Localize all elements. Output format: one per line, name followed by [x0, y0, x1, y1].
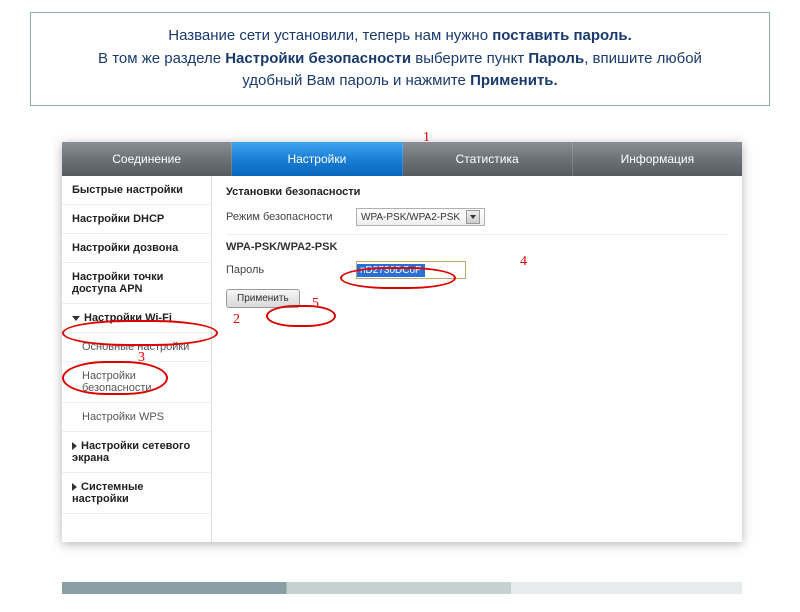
sidebar-label: Настройки Wi-Fi: [84, 312, 172, 324]
sidebar-label: Настройки DHCP: [72, 213, 164, 225]
instruction-box: Название сети установили, теперь нам нуж…: [30, 12, 770, 106]
instr-bold: Применить.: [470, 72, 558, 89]
select-value: WPA-PSK/WPA2-PSK: [361, 212, 466, 223]
content-panel: Установки безопасности Режим безопасност…: [212, 176, 742, 542]
apply-button[interactable]: Применить: [226, 289, 300, 308]
sidebar-item-wifi[interactable]: Настройки Wi-Fi: [62, 304, 211, 333]
sidebar-item-apn[interactable]: Настройки точки доступа APN: [62, 263, 211, 304]
tab-label: Информация: [621, 152, 694, 166]
chevron-right-icon: [72, 442, 77, 450]
instr-bold: поставить пароль.: [492, 27, 632, 44]
sidebar-label: Системные настройки: [72, 481, 143, 505]
sidebar-item-firewall[interactable]: Настройки сетевого экрана: [62, 432, 211, 473]
instr-text: В том же разделе: [98, 50, 225, 67]
sidebar-item-system[interactable]: Системные настройки: [62, 473, 211, 514]
tab-information[interactable]: Информация: [573, 142, 742, 176]
tab-statistics[interactable]: Статистика: [403, 142, 573, 176]
row-password: Пароль nD2730DCoP: [226, 261, 728, 279]
chevron-down-icon: [72, 316, 80, 321]
body-area: Быстрые настройки Настройки DHCP Настрой…: [62, 176, 742, 542]
sidebar-label: Настройки дозвона: [72, 242, 178, 254]
sidebar-label: Основные настройки: [82, 341, 189, 353]
panel-heading: Установки безопасности: [226, 186, 728, 198]
button-label: Применить: [237, 293, 289, 304]
sub-heading: WPA-PSK/WPA2-PSK: [226, 234, 728, 253]
sidebar-label: Настройки безопасности: [82, 370, 152, 394]
footer-decoration: [62, 582, 742, 594]
sidebar-item-wifi-wps[interactable]: Настройки WPS: [62, 403, 211, 432]
password-label: Пароль: [226, 264, 356, 276]
tab-label: Настройки: [287, 152, 346, 166]
instr-text: Название сети установили, теперь нам нуж…: [168, 27, 492, 44]
mode-label: Режим безопасности: [226, 211, 356, 223]
sidebar: Быстрые настройки Настройки DHCP Настрой…: [62, 176, 212, 542]
instr-bold: Пароль: [528, 50, 584, 67]
dropdown-icon: [466, 210, 480, 224]
chevron-right-icon: [72, 483, 77, 491]
sidebar-item-wifi-basic[interactable]: Основные настройки: [62, 333, 211, 362]
sidebar-label: Настройки точки доступа APN: [72, 271, 163, 295]
tab-settings[interactable]: Настройки: [232, 142, 402, 176]
password-value: nD2730DCoP: [357, 264, 425, 277]
sidebar-item-dial[interactable]: Настройки дозвона: [62, 234, 211, 263]
sidebar-item-wifi-security[interactable]: Настройки безопасности: [62, 362, 211, 403]
tab-connection[interactable]: Соединение: [62, 142, 232, 176]
sidebar-item-quick[interactable]: Быстрые настройки: [62, 176, 211, 205]
instr-bold: Настройки безопасности: [225, 50, 411, 67]
sidebar-label: Настройки WPS: [82, 411, 164, 423]
router-admin-window: Соединение Настройки Статистика Информац…: [62, 142, 742, 542]
security-mode-select[interactable]: WPA-PSK/WPA2-PSK: [356, 208, 485, 226]
sidebar-label: Быстрые настройки: [72, 184, 183, 196]
tab-label: Соединение: [112, 152, 181, 166]
instr-text: , впишите любой: [584, 50, 702, 67]
sidebar-item-dhcp[interactable]: Настройки DHCP: [62, 205, 211, 234]
tab-label: Статистика: [456, 152, 519, 166]
row-security-mode: Режим безопасности WPA-PSK/WPA2-PSK: [226, 208, 728, 226]
top-tab-bar: Соединение Настройки Статистика Информац…: [62, 142, 742, 176]
sidebar-label: Настройки сетевого экрана: [72, 440, 190, 464]
instr-text: удобный Вам пароль и нажмите: [242, 72, 470, 89]
password-input[interactable]: nD2730DCoP: [356, 261, 466, 279]
instr-text: выберите пункт: [411, 50, 528, 67]
